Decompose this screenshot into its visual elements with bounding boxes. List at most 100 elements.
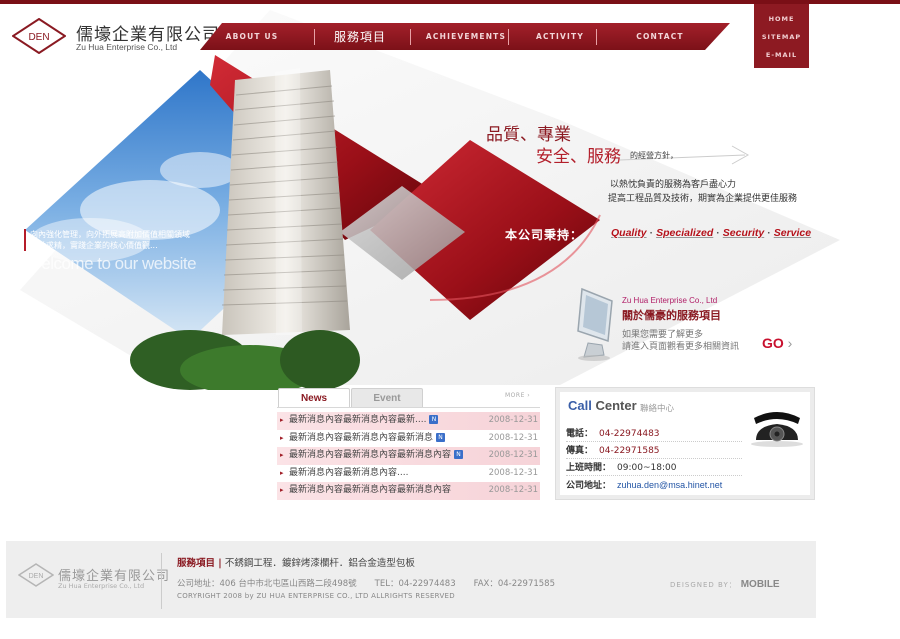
- news-more-label: MORE: [505, 392, 525, 399]
- footer-logo[interactable]: DEN 儒壕企業有限公司 Zu Hua Enterprise Co., Ltd: [18, 563, 169, 593]
- utility-menu: HOME SITEMAP E-MAIL: [754, 4, 809, 68]
- go-label: GO: [762, 335, 784, 351]
- nav-contact[interactable]: CONTACT: [618, 32, 702, 41]
- nav-services[interactable]: 服務項目: [318, 28, 402, 45]
- call-hours-value: 09:00~18:00: [617, 463, 677, 473]
- bullet-icon: ▸: [280, 468, 284, 477]
- value-security: Security: [722, 227, 765, 239]
- footer-address: 公司地址：406 台中市北屯區山西路二段498號: [177, 579, 357, 589]
- call-fax-row: 傳真： 04-22971585: [566, 443, 742, 459]
- footer-services: 服務項目 | 不銹鋼工程．鍍鋅烤漆欄杆．鋁合金造型包板: [177, 555, 415, 569]
- nav-divider: [314, 29, 315, 45]
- value-quality: Quality: [611, 227, 647, 239]
- call-fax-label: 傳真：: [566, 446, 594, 456]
- footer-divider: [161, 553, 162, 609]
- news-tabs: News Event MORE ›: [277, 386, 540, 408]
- footer-fax: FAX：04-22971585: [473, 579, 556, 589]
- call-center-panel: Call Center 聯絡中心 電話： 04-22974483 傳真： 04-22…: [555, 387, 815, 500]
- footer-services-label[interactable]: 服務項目 |: [177, 558, 222, 569]
- service-line-2: 請進入頁面觀看更多相關資訊: [622, 342, 740, 352]
- nav-activity[interactable]: ACTIVITY: [518, 32, 602, 41]
- call-address-row: 公司地址： zuhua.den@msa.hinet.net: [566, 477, 742, 493]
- tab-underline: [277, 407, 540, 408]
- bullet-icon: ▸: [280, 486, 284, 494]
- footer-name-en: Zu Hua Enterprise Co., Ltd: [58, 582, 145, 590]
- call-email-link[interactable]: zuhua.den@msa.hinet.net: [617, 480, 722, 490]
- news-more-link[interactable]: MORE ›: [505, 392, 530, 399]
- footer-tel: TEL：04-22974483: [374, 579, 456, 589]
- call-center-title: Call Center: [568, 398, 637, 413]
- value-service: Service: [773, 227, 812, 239]
- bullet-icon: ▸: [280, 416, 284, 424]
- call-phone-value[interactable]: 04-22974483: [599, 429, 660, 439]
- designer-link[interactable]: MOBILE: [741, 579, 780, 590]
- hero-values: Quality · Specialized · Security · Service: [611, 227, 812, 239]
- call-hours-row: 上班時間： 09:00~18:00: [566, 460, 742, 476]
- news-item[interactable]: ▸ 最新消息內容最新消息內容.... 2008-12-31: [277, 465, 540, 483]
- welcome-text: Welcome to our website: [26, 254, 197, 273]
- util-email-link[interactable]: E-MAIL: [766, 46, 797, 64]
- hero-mission-line-1: 以熱忱負責的服務為客戶盡心力: [610, 180, 737, 190]
- util-sitemap-link[interactable]: SITEMAP: [762, 28, 801, 46]
- news-title: 最新消息內容最新消息內容最新消息內容: [289, 485, 452, 495]
- logo-name-en: Zu Hua Enterprise Co., Ltd: [76, 42, 178, 52]
- call-fax-value: 04-22971585: [599, 446, 660, 456]
- footer: DEN 儒壕企業有限公司 Zu Hua Enterprise Co., Ltd …: [6, 541, 816, 618]
- util-home-link[interactable]: HOME: [769, 10, 795, 28]
- nav-divider: [596, 29, 597, 45]
- footer-designed-by: DEISGNED BY：: [670, 581, 737, 589]
- den-diamond-icon: DEN: [18, 563, 54, 587]
- news-date: 2008-12-31: [488, 467, 538, 478]
- logo-badge: DEN: [28, 32, 49, 43]
- tab-event[interactable]: Event: [351, 388, 423, 408]
- nav-achievements[interactable]: ACHIEVEMENTS: [414, 32, 518, 41]
- hero-mission-line-2: 提高工程品質及技術，期實為企業提供更佳服務: [608, 194, 798, 204]
- main-nav: ABOUT US 服務項目 ACHIEVEMENTS ACTIVITY CONT…: [200, 23, 730, 50]
- go-button[interactable]: GO ›: [762, 335, 792, 351]
- tab-news[interactable]: News: [278, 388, 350, 408]
- news-date: 2008-12-31: [488, 485, 538, 495]
- telephone-icon: [751, 412, 803, 447]
- news-date: 2008-12-31: [488, 415, 538, 425]
- chevron-right-icon: ›: [787, 335, 793, 351]
- news-title: 最新消息內容最新消息內容最新消息: [289, 432, 434, 443]
- news-date: 2008-12-31: [488, 432, 538, 443]
- bullet-icon: ▸: [280, 433, 284, 442]
- news-title: 最新消息內容最新消息內容最新....: [289, 415, 427, 425]
- new-badge-icon: N: [429, 415, 439, 424]
- nav-divider: [410, 29, 411, 45]
- svg-text:DEN: DEN: [29, 573, 44, 580]
- call-hours-label: 上班時間：: [566, 463, 612, 473]
- call-phone-row: 電話： 04-22974483: [566, 426, 742, 442]
- quality-tail: 的經營方針，: [630, 151, 678, 160]
- monitor-icon: [577, 287, 613, 361]
- page: DEN 儒壕企業有限公司 Zu Hua Enterprise Co., Ltd …: [0, 0, 900, 639]
- news-date: 2008-12-31: [488, 450, 538, 460]
- news-item[interactable]: ▸ 最新消息內容最新消息內容最新消息內容 N 2008-12-31: [277, 447, 540, 465]
- service-promo: Zu Hua Enterprise Co., Ltd 關於儒豪的服務項目 如果您…: [568, 285, 808, 365]
- news-item[interactable]: ▸ 最新消息內容最新消息內容最新消息內容 2008-12-31: [277, 482, 540, 500]
- footer-contact: 公司地址：406 台中市北屯區山西路二段498號 TEL：04-22974483 F…: [177, 577, 573, 589]
- hero-principle-label: 本公司秉持：: [505, 228, 584, 242]
- news-title: 最新消息內容最新消息內容....: [289, 467, 409, 478]
- news-list: ▸ 最新消息內容最新消息內容最新.... N 2008-12-31 ▸ 最新消息內…: [277, 412, 540, 500]
- call-center-subtitle: 聯絡中心: [640, 404, 675, 414]
- footer-copyright: CORYRIGHT 2008 by ZU HUA ENTERPRISE CO.,…: [177, 592, 455, 600]
- news-panel: News Event MORE › ▸ 最新消息內容最新消息內容最新.... N …: [277, 386, 540, 506]
- news-item[interactable]: ▸ 最新消息內容最新消息內容最新.... N 2008-12-31: [277, 412, 540, 430]
- news-item[interactable]: ▸ 最新消息內容最新消息內容最新消息 N 2008-12-31: [277, 430, 540, 448]
- new-badge-icon: N: [454, 450, 464, 459]
- hero-small-slogan: 向內強化管理，向外拓展高附加價值相關領域 精益求精，實踐企業的核心價值觀...: [24, 229, 204, 251]
- chevron-right-icon: ›: [527, 392, 531, 399]
- service-en-title: Zu Hua Enterprise Co., Ltd: [622, 296, 718, 305]
- nav-about-us[interactable]: ABOUT US: [200, 32, 304, 41]
- hero-small-slogan-line-1: 向內強化管理，向外拓展高附加價值相關領域: [30, 230, 190, 239]
- hero-small-slogan-line-2: 精益求精，實踐企業的核心價值觀...: [30, 241, 158, 250]
- news-title: 最新消息內容最新消息內容最新消息內容: [289, 450, 452, 460]
- company-logo[interactable]: DEN 儒壕企業有限公司 Zu Hua Enterprise Co., Ltd: [12, 18, 219, 58]
- nav-divider: [508, 29, 509, 45]
- den-diamond-icon: DEN: [12, 18, 66, 54]
- service-title: 關於儒豪的服務項目: [622, 309, 721, 322]
- value-specialized: Specialized: [656, 227, 714, 239]
- call-address-label: 公司地址：: [566, 481, 612, 491]
